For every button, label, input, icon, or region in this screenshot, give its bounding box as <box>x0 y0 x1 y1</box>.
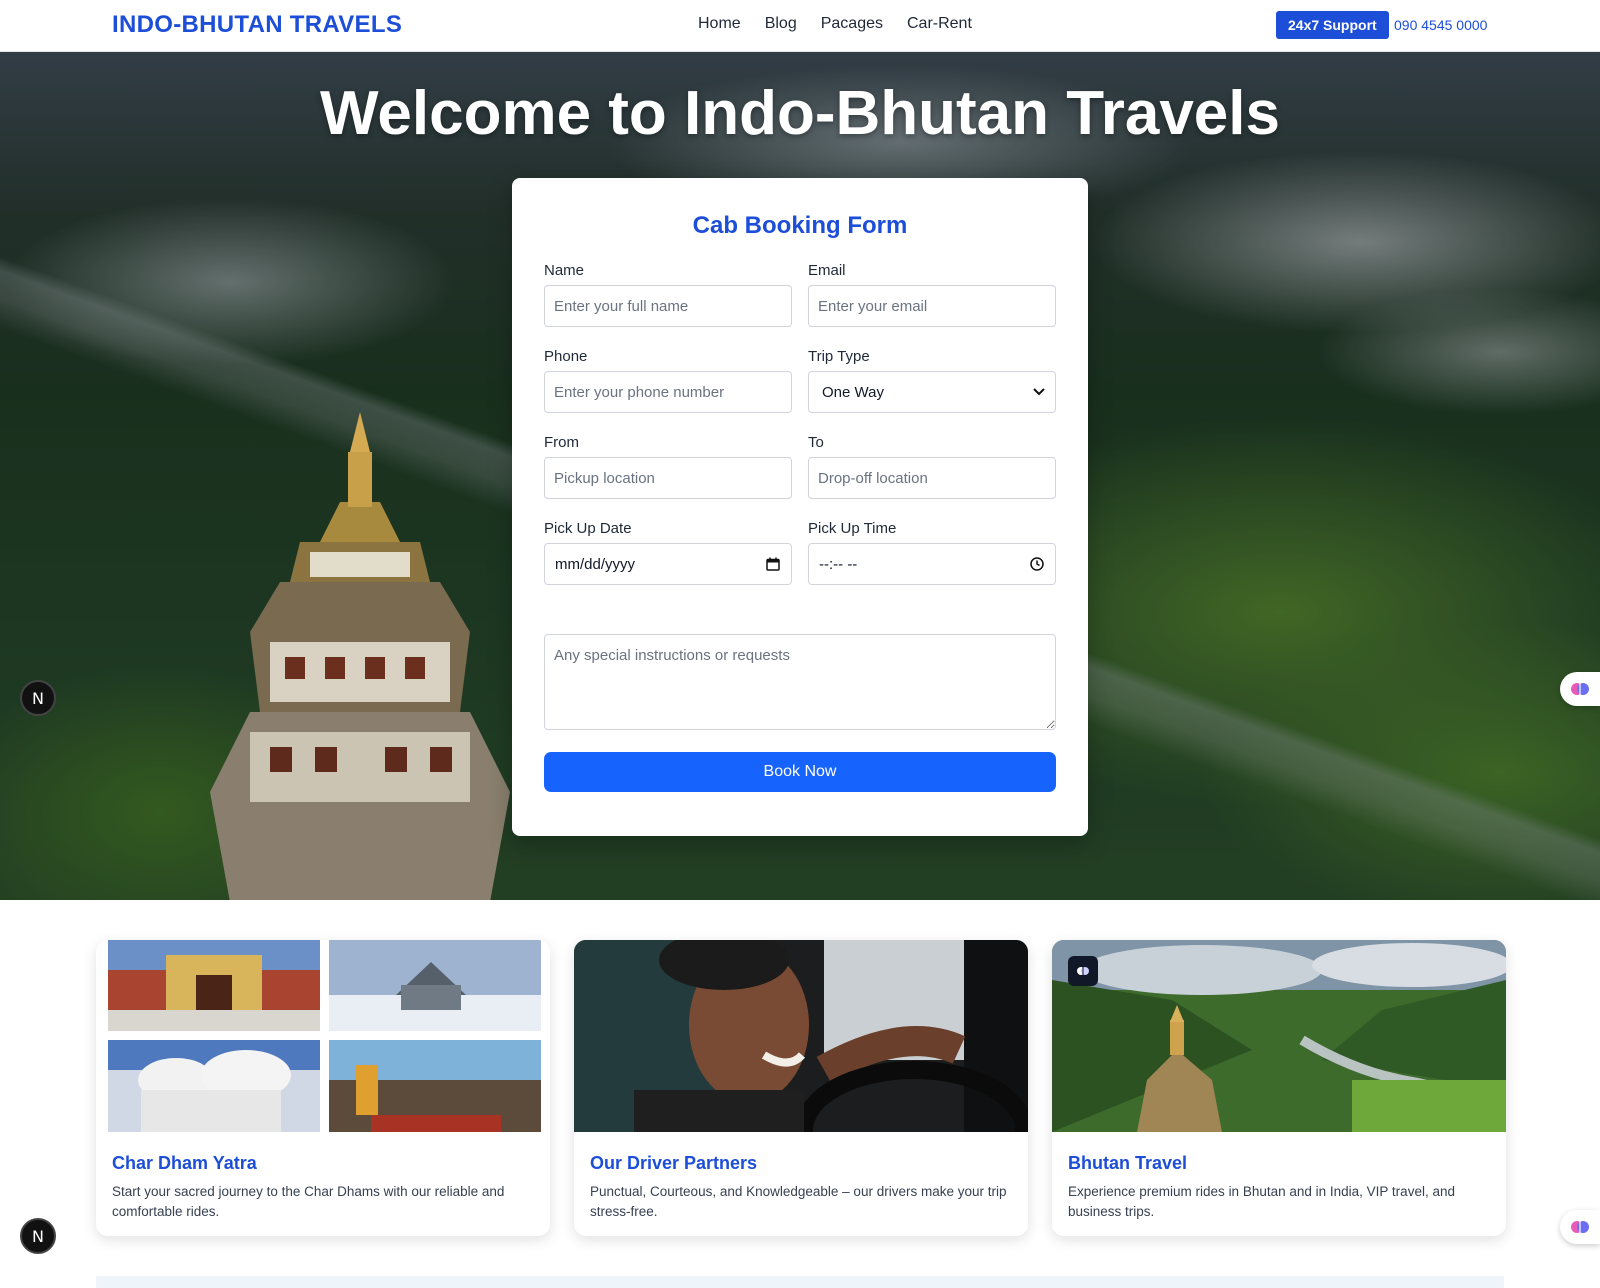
card-description: Punctual, Courteous, and Knowledgeable –… <box>590 1184 1007 1219</box>
next-dev-badge[interactable]: N <box>20 680 56 716</box>
brain-icon <box>1077 967 1089 975</box>
card-description: Start your sacred journey to the Char Dh… <box>112 1184 505 1219</box>
pickup-date-label: Pick Up Date <box>544 520 632 537</box>
hero-section: Welcome to Indo-Bhutan Travels Cab Booki… <box>0 52 1600 900</box>
card-title[interactable]: Our Driver Partners <box>590 1153 757 1174</box>
navbar: INDO-BHUTAN TRAVELS Home Blog Pacages Ca… <box>0 0 1600 52</box>
phone-label: Phone <box>544 348 588 365</box>
pickup-date-value: mm/dd/yyyy <box>555 555 636 573</box>
brain-icon <box>1571 1221 1589 1233</box>
char-dham-collage-image <box>96 940 550 1132</box>
support-badge: 24x7 Support <box>1276 11 1389 39</box>
side-widget-tab-bottom[interactable] <box>1560 1210 1600 1244</box>
card-bhutan-travel[interactable]: Bhutan Travel Experience premium rides i… <box>1052 940 1506 1236</box>
side-widget-tab[interactable] <box>1560 672 1600 706</box>
pickup-date-input[interactable]: mm/dd/yyyy <box>544 543 792 585</box>
email-input[interactable] <box>808 285 1056 327</box>
nav-link-packages[interactable]: Pacages <box>821 15 883 33</box>
monastery-illustration <box>210 412 510 900</box>
bhutan-valley-image <box>1052 940 1506 1132</box>
phone-input[interactable] <box>544 371 792 413</box>
hero-title: Welcome to Indo-Bhutan Travels <box>319 79 1280 148</box>
pickup-time-label: Pick Up Time <box>808 520 897 537</box>
nav-link-car-rent[interactable]: Car-Rent <box>907 15 972 33</box>
nav-link-blog[interactable]: Blog <box>765 15 797 33</box>
pickup-time-input[interactable]: --:-- -- <box>808 543 1056 585</box>
from-input[interactable] <box>544 457 792 499</box>
next-section-edge <box>96 1276 1504 1288</box>
pickup-time-value: --:-- -- <box>819 555 858 573</box>
card-description: Experience premium rides in Bhutan and i… <box>1068 1184 1455 1219</box>
form-title: Cab Booking Form <box>692 212 908 239</box>
book-now-button[interactable]: Book Now <box>544 752 1056 792</box>
trip-type-value: One Way <box>822 383 884 401</box>
from-label: From <box>544 434 579 451</box>
clock-icon[interactable] <box>1030 557 1044 571</box>
card-driver-partners[interactable]: Our Driver Partners Punctual, Courteous,… <box>574 940 1028 1236</box>
trip-type-label: Trip Type <box>808 348 870 365</box>
to-input[interactable] <box>808 457 1056 499</box>
card-char-dham[interactable]: Char Dham Yatra Start your sacred journe… <box>96 940 550 1236</box>
card-badge-icon <box>1068 956 1098 986</box>
special-instructions-input[interactable] <box>544 634 1056 730</box>
card-title[interactable]: Bhutan Travel <box>1068 1153 1187 1174</box>
name-input[interactable] <box>544 285 792 327</box>
support-phone[interactable]: 090 4545 0000 <box>1394 17 1487 33</box>
nav-links: Home Blog Pacages Car-Rent <box>698 15 972 33</box>
cab-booking-form: Cab Booking Form Name Email Phone Trip T… <box>512 178 1088 836</box>
next-dev-badge-bottom[interactable]: N <box>20 1218 56 1254</box>
to-label: To <box>808 434 824 451</box>
card-title[interactable]: Char Dham Yatra <box>112 1153 257 1174</box>
chevron-down-icon <box>1033 388 1045 396</box>
brain-icon <box>1571 683 1589 695</box>
email-label: Email <box>808 262 846 279</box>
name-label: Name <box>544 262 585 279</box>
calendar-icon[interactable] <box>766 557 780 571</box>
nav-link-home[interactable]: Home <box>698 15 741 33</box>
brand-logo[interactable]: INDO-BHUTAN TRAVELS <box>112 11 402 39</box>
trip-type-select[interactable]: One Way <box>808 371 1056 413</box>
driver-photo-image <box>574 940 1028 1132</box>
